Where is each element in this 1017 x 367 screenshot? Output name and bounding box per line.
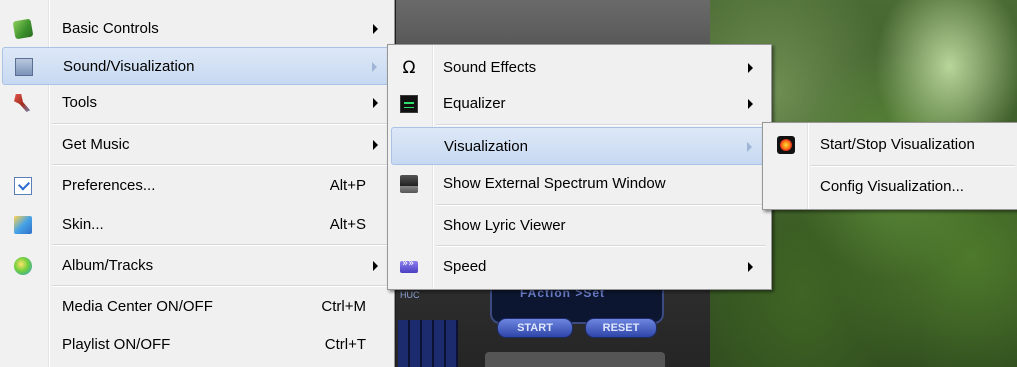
menu-item-lyric-viewer[interactable]: Show Lyric Viewer [391,207,769,245]
sound-visualization-submenu: Ω Sound Effects Equalizer Visualization … [387,44,772,290]
menu-item-shortcut: Ctrl+M [321,298,366,315]
visualization-submenu: Start/Stop Visualization Config Visualiz… [762,122,1017,210]
menu-item-label: Config Visualization... [820,178,964,195]
menu-item-basic-controls[interactable]: Basic Controls [2,10,392,48]
submenu-arrow-icon [747,142,752,152]
menu-item-label: Equalizer [443,95,506,112]
submenu-arrow-icon [748,63,753,73]
menu-item-label: Media Center ON/OFF [62,298,213,315]
menu-item-label: Basic Controls [62,20,159,37]
menu-item-equalizer[interactable]: Equalizer [391,85,769,123]
menu-separator [436,124,766,126]
skin-icon [14,216,32,234]
preferences-icon [14,177,32,195]
menu-item-playlist[interactable]: Playlist ON/OFF Ctrl+T [2,326,392,364]
menu-item-label: Start/Stop Visualization [820,136,975,153]
omega-icon: Ω [402,58,416,78]
menu-item-visualization[interactable]: Visualization [391,127,769,165]
menu-item-skin[interactable]: Skin... Alt+S [2,206,392,244]
menu-separator [52,123,390,125]
menu-item-shortcut: Alt+P [329,177,366,194]
submenu-arrow-icon [373,261,378,271]
player-reset-button[interactable]: RESET [585,318,657,338]
menu-item-label: Sound Effects [443,59,537,76]
menu-item-label: Album/Tracks [62,257,154,274]
menu-item-tools[interactable]: Tools [2,84,392,122]
menu-item-label: Get Music [62,136,130,153]
menu-item-start-stop-visualization[interactable]: Start/Stop Visualization [766,126,1016,164]
menu-item-config-visualization[interactable]: Config Visualization... [766,168,1016,206]
player-side-label: HUC [400,290,420,300]
menu-item-preferences[interactable]: Preferences... Alt+P [2,167,392,205]
player-start-button[interactable]: START [497,318,573,338]
menu-item-label: Skin... [62,216,104,233]
equalizer-icon [400,95,418,113]
submenu-arrow-icon [373,140,378,150]
menu-item-sound-visualization[interactable]: Sound/Visualization [2,47,392,85]
submenu-arrow-icon [373,24,378,34]
speed-icon [400,258,418,273]
visualization-icon [777,136,795,154]
menu-item-sound-effects[interactable]: Ω Sound Effects [391,49,769,87]
submenu-arrow-icon [372,62,377,72]
player-lower-bar [485,352,665,367]
menu-separator [436,245,766,247]
submenu-arrow-icon [748,262,753,272]
spectrum-window-icon [400,175,418,193]
main-context-menu: Basic Controls Sound/Visualization Tools… [0,0,395,367]
tools-icon [14,94,31,112]
menu-item-label: Preferences... [62,177,156,194]
sound-visualization-icon [15,58,33,76]
menu-item-label: Playlist ON/OFF [62,336,171,353]
menu-separator [811,165,1015,167]
album-tracks-icon [14,257,32,275]
menu-separator [52,244,390,246]
menu-item-get-music[interactable]: Get Music [2,126,392,164]
submenu-arrow-icon [373,98,378,108]
menu-item-label: Tools [62,94,98,111]
menu-item-label: Show Lyric Viewer [443,217,566,234]
menu-item-shortcut: Alt+S [329,216,366,233]
menu-separator [52,285,390,287]
menu-item-label: Visualization [444,138,528,155]
menu-item-external-spectrum[interactable]: Show External Spectrum Window [391,165,769,203]
menu-item-media-center[interactable]: Media Center ON/OFF Ctrl+M [2,288,392,326]
basic-controls-icon [12,18,34,40]
menu-separator [436,204,766,206]
menu-item-album-tracks[interactable]: Album/Tracks [2,247,392,285]
menu-item-label: Speed [443,258,487,275]
menu-item-shortcut: Ctrl+T [324,336,366,353]
menu-item-label: Show External Spectrum Window [443,175,666,192]
player-button-grid [398,320,458,367]
menu-item-label: Sound/Visualization [63,58,195,75]
menu-separator [52,164,390,166]
submenu-arrow-icon [748,99,753,109]
menu-item-speed[interactable]: Speed [391,248,769,286]
